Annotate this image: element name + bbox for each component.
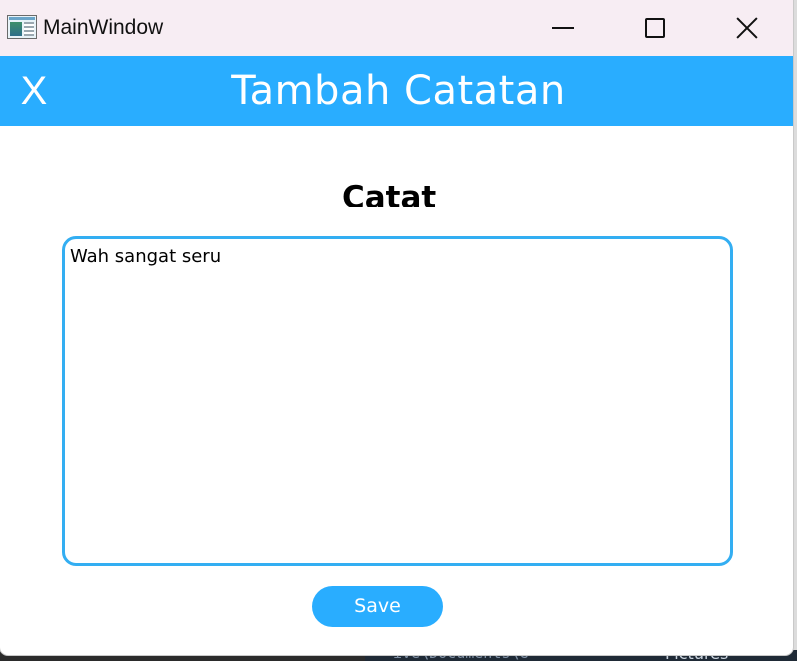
minimize-icon: [552, 27, 574, 29]
section-heading: Catat: [342, 180, 437, 207]
desktop-background-right: [793, 0, 797, 661]
minimize-button[interactable]: [517, 0, 609, 56]
window-close-button[interactable]: [701, 0, 793, 56]
section-heading-container: Catat: [330, 176, 444, 207]
app-header: X Tambah Catatan: [0, 56, 793, 126]
note-textarea[interactable]: Wah sangat seru: [62, 236, 733, 566]
close-icon: [736, 17, 758, 39]
window-title: MainWindow: [43, 16, 164, 39]
maximize-button[interactable]: [609, 0, 701, 56]
maximize-icon: [645, 18, 665, 38]
save-button[interactable]: Save: [312, 586, 443, 627]
title-bar[interactable]: MainWindow: [0, 0, 793, 56]
main-window: MainWindow X Tambah Catatan Catat Wah sa…: [0, 0, 793, 655]
app-window-icon: [7, 15, 37, 39]
page-title: Tambah Catatan: [231, 68, 566, 114]
